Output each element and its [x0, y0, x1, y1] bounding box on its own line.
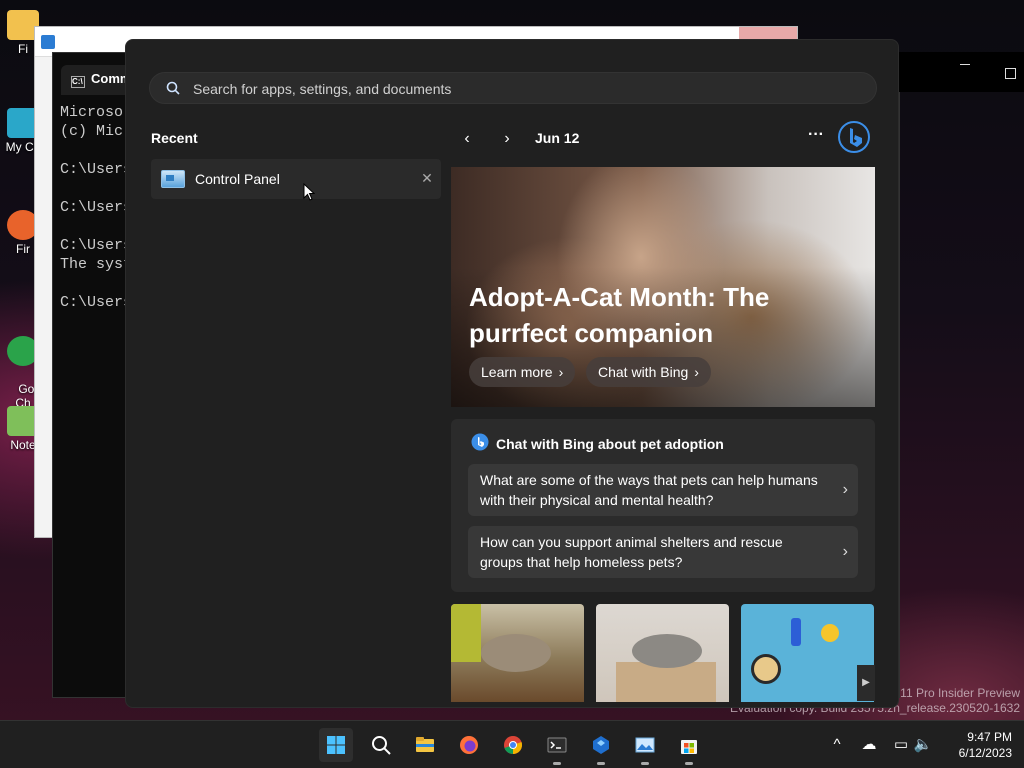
app-icon: [41, 35, 55, 49]
search-icon: [372, 736, 391, 755]
news-thumbnail-cat-lying[interactable]: [451, 604, 584, 702]
recent-item-control-panel[interactable]: Control Panel ✕: [151, 159, 441, 199]
volume-icon[interactable]: 🔈: [913, 735, 933, 755]
file-explorer-icon: [416, 737, 434, 752]
window-controls: [898, 52, 1024, 92]
minimize-button[interactable]: [960, 64, 970, 65]
chevron-right-icon: ›: [694, 364, 699, 380]
clock[interactable]: 9:47 PM 6/12/2023: [932, 729, 1012, 761]
chat-with-bing-label: Chat with Bing: [598, 364, 689, 380]
search-box[interactable]: [149, 72, 877, 104]
cmd-icon: C:\: [71, 76, 85, 88]
feed-date: Jun 12: [535, 130, 580, 146]
hero-card[interactable]: Adopt-A-Cat Month: The purrfect companio…: [451, 167, 875, 407]
desktop-icon-label: Fi: [18, 42, 28, 56]
desktop-icon-label: Note: [10, 438, 36, 452]
desktop-icon-label: Fir: [16, 242, 30, 256]
mouse-cursor-icon: [303, 183, 315, 201]
console-output[interactable]: Microso (c) Mic C:\Users C:\Users C:\Use…: [60, 103, 132, 312]
terminal-icon: [547, 737, 567, 753]
bing-icon[interactable]: [838, 121, 870, 153]
maximize-button[interactable]: [1005, 68, 1016, 79]
scroll-right-icon[interactable]: ▶: [857, 665, 875, 701]
chrome-icon: [504, 736, 523, 754]
toy-ball-image: [821, 624, 839, 642]
taskbar: ^ ☁ ▭ 🔈 9:47 PM 6/12/2023: [0, 720, 1024, 768]
hero-headline[interactable]: Adopt-A-Cat Month: The purrfect companio…: [469, 279, 849, 351]
chat-with-bing-button[interactable]: Chat with Bing ›: [586, 357, 711, 387]
app-icon: [593, 736, 609, 754]
search-input[interactable]: [193, 79, 853, 99]
chat-suggestion-button[interactable]: How can you support animal shelters and …: [468, 526, 858, 578]
pet-bowl-image: [751, 654, 781, 684]
taskbar-search-button[interactable]: [364, 728, 398, 762]
chevron-right-icon: ›: [842, 543, 848, 560]
start-menu: Recent Control Panel ✕ ‹ › Jun 12 ··· Ad…: [125, 39, 899, 708]
chat-suggestion-text: How can you support animal shelters and …: [480, 534, 783, 570]
chevron-right-icon: ›: [842, 481, 848, 498]
taskbar-store[interactable]: [672, 728, 706, 765]
more-options-button[interactable]: ···: [806, 126, 826, 146]
search-icon: [166, 81, 180, 95]
news-thumbnail-pet-supplies[interactable]: [741, 604, 874, 702]
chat-suggestion-text: What are some of the ways that pets can …: [480, 472, 818, 508]
running-indicator: [685, 762, 693, 765]
store-icon: [681, 740, 697, 754]
news-thumbnail-cat-in-box[interactable]: [596, 604, 729, 702]
taskbar-terminal[interactable]: [540, 728, 574, 765]
network-icon[interactable]: ▭: [891, 735, 911, 755]
chevron-up-icon[interactable]: ^: [827, 735, 847, 755]
next-arrow-icon[interactable]: ›: [497, 129, 517, 149]
start-icon: [327, 736, 345, 754]
firefox-icon: [460, 736, 478, 754]
chat-suggestion-button[interactable]: What are some of the ways that pets can …: [468, 464, 858, 516]
pet-brush-image: [791, 618, 801, 646]
clock-time: 9:47 PM: [967, 730, 1012, 744]
learn-more-button[interactable]: Learn more ›: [469, 357, 576, 387]
remove-icon[interactable]: ✕: [419, 169, 435, 187]
bing-icon: [471, 433, 489, 451]
cloud-offline-icon[interactable]: ☁: [859, 735, 879, 755]
taskbar-chrome[interactable]: [496, 728, 530, 762]
clock-date: 6/12/2023: [958, 746, 1012, 760]
control-panel-icon: [161, 170, 185, 188]
previous-arrow-icon[interactable]: ‹: [457, 129, 477, 149]
recent-item-label: Control Panel: [195, 171, 280, 187]
taskbar-firefox[interactable]: [452, 728, 486, 762]
taskbar-photos[interactable]: [628, 728, 662, 765]
learn-more-label: Learn more: [481, 364, 553, 380]
chat-card-title: Chat with Bing about pet adoption: [496, 436, 724, 452]
bing-chat-card: Chat with Bing about pet adoption What a…: [451, 419, 875, 592]
running-indicator: [641, 762, 649, 765]
photos-icon: [635, 737, 655, 753]
start-button[interactable]: [319, 728, 353, 762]
running-indicator: [553, 762, 561, 765]
taskbar-file-explorer[interactable]: [408, 728, 442, 762]
taskbar-app[interactable]: [584, 728, 618, 765]
running-indicator: [597, 762, 605, 765]
recent-heading: Recent: [151, 130, 198, 146]
chevron-right-icon: ›: [558, 364, 564, 380]
